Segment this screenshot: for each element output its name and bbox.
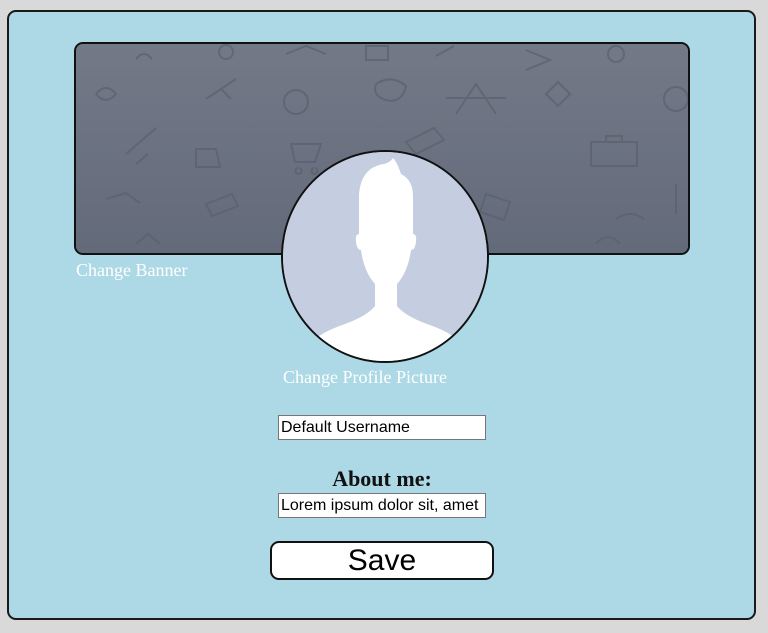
username-input[interactable] [278, 415, 486, 440]
change-profile-picture-link[interactable]: Change Profile Picture [283, 367, 447, 388]
about-me-label: About me: [332, 466, 432, 491]
about-me-input[interactable] [278, 493, 486, 518]
default-avatar-icon [283, 152, 487, 361]
change-banner-link[interactable]: Change Banner [76, 260, 187, 281]
profile-picture[interactable] [281, 150, 489, 363]
save-button[interactable]: Save [270, 541, 494, 580]
